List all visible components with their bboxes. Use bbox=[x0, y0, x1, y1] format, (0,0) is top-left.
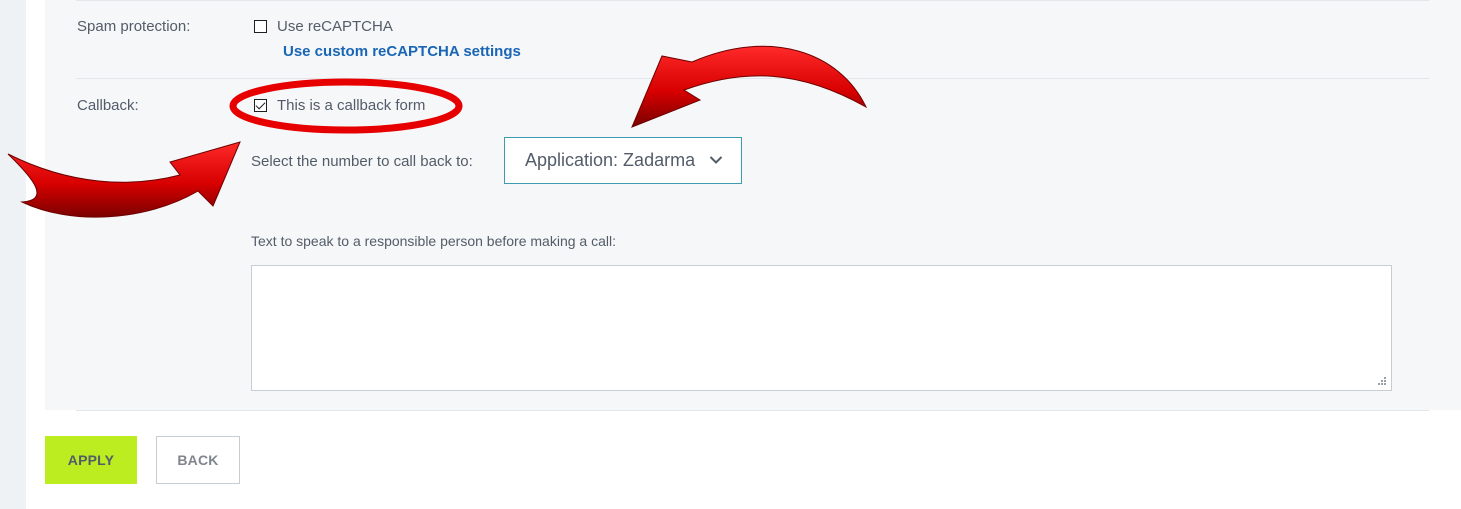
chevron-down-icon bbox=[709, 156, 723, 164]
recaptcha-label[interactable]: Use reCAPTCHA bbox=[277, 18, 393, 35]
apply-button[interactable]: APPLY bbox=[45, 436, 137, 484]
recaptcha-checkbox[interactable] bbox=[254, 20, 267, 33]
custom-recaptcha-link[interactable]: Use custom reCAPTCHA settings bbox=[283, 43, 521, 60]
divider-bottom bbox=[76, 410, 1429, 411]
back-button[interactable]: BACK bbox=[156, 436, 240, 484]
callback-number-value: Application: Zadarma bbox=[525, 150, 696, 170]
divider-middle bbox=[76, 78, 1429, 79]
checkmark-icon bbox=[255, 99, 266, 110]
left-sidebar-strip bbox=[0, 0, 26, 509]
resize-grip-icon[interactable] bbox=[1377, 376, 1387, 386]
callback-checkbox[interactable] bbox=[254, 99, 267, 112]
spam-protection-label: Spam protection: bbox=[77, 18, 191, 35]
callback-number-label: Select the number to call back to: bbox=[251, 153, 473, 170]
callback-label: Callback: bbox=[77, 97, 139, 114]
speak-text-label: Text to speak to a responsible person be… bbox=[251, 233, 616, 249]
divider-top bbox=[76, 0, 1429, 1]
callback-number-select[interactable]: Application: Zadarma bbox=[504, 137, 742, 184]
speak-text-field[interactable] bbox=[251, 265, 1392, 391]
callback-checkbox-label[interactable]: This is a callback form bbox=[277, 97, 425, 114]
